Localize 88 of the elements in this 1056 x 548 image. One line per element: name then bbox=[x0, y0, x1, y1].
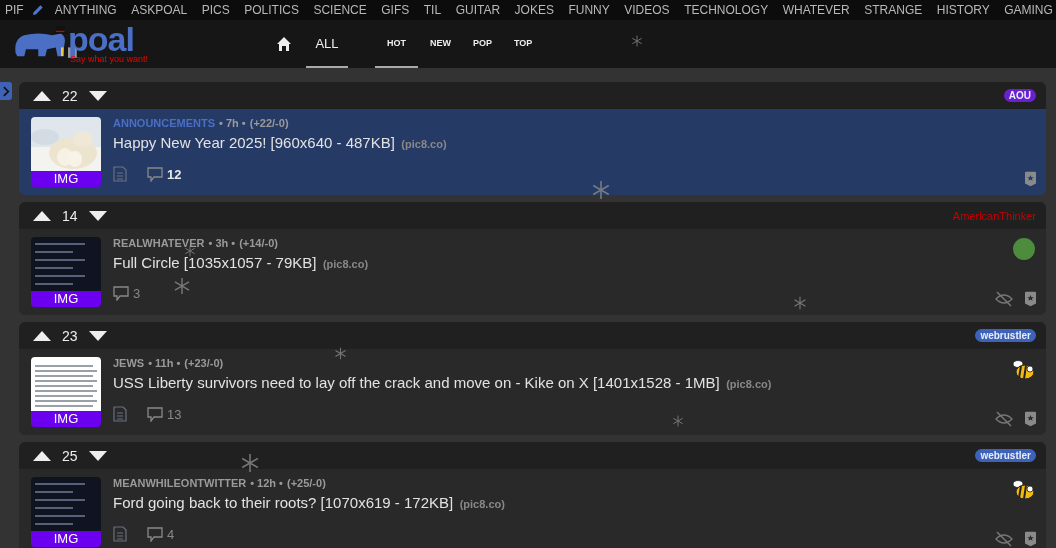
category-link[interactable]: ANYTHING bbox=[54, 3, 117, 17]
downvote-button[interactable] bbox=[88, 450, 107, 461]
pencil-icon[interactable] bbox=[32, 4, 45, 16]
downvote-button[interactable] bbox=[88, 210, 107, 221]
bee-icon[interactable] bbox=[1012, 477, 1036, 501]
snowflake-icon bbox=[631, 35, 643, 47]
upvote-button[interactable] bbox=[33, 90, 51, 101]
category-link[interactable]: VIDEOS bbox=[624, 3, 670, 17]
media-type-label: IMG bbox=[31, 531, 101, 547]
category-link[interactable]: STRANGE bbox=[864, 3, 923, 17]
scope-tab[interactable]: ALL bbox=[306, 20, 348, 68]
thumbnail[interactable]: IMG bbox=[31, 357, 101, 427]
category-link[interactable]: POLITICS bbox=[244, 3, 299, 17]
avatar-icon[interactable] bbox=[1012, 237, 1036, 261]
bookmark-icon[interactable] bbox=[1025, 171, 1036, 187]
media-type-label: IMG bbox=[31, 171, 101, 187]
downvote-button[interactable] bbox=[88, 330, 107, 341]
category-link[interactable]: TECHNOLOGY bbox=[684, 3, 769, 17]
username-badge[interactable]: webrustler bbox=[975, 329, 1036, 342]
upvote-button[interactable] bbox=[33, 330, 51, 341]
bookmark-icon[interactable] bbox=[1025, 411, 1036, 427]
vote-tally: (+25/-0) bbox=[287, 477, 326, 489]
community-link[interactable]: MEANWHILEONTWITTER bbox=[113, 477, 247, 489]
category-link[interactable]: PICS bbox=[201, 3, 230, 17]
document-icon[interactable] bbox=[113, 406, 127, 422]
bee-icon[interactable] bbox=[1012, 357, 1036, 381]
vote-tally: (+14/-0) bbox=[239, 237, 278, 249]
vote-tally: (+22/-0) bbox=[249, 117, 289, 129]
post-title[interactable]: Happy New Year 2025! [960x640 - 487KB] bbox=[113, 134, 395, 151]
username-badge[interactable]: webrustler bbox=[975, 449, 1036, 462]
downvote-button[interactable] bbox=[88, 90, 107, 101]
domain-link[interactable]: (pic8.co) bbox=[322, 258, 369, 270]
sort-tab[interactable]: HOT bbox=[375, 20, 418, 68]
sidebar-toggle-button[interactable] bbox=[0, 82, 12, 100]
document-icon[interactable] bbox=[113, 526, 127, 542]
category-link[interactable]: GIFS bbox=[381, 3, 410, 17]
thumbnail[interactable]: IMG bbox=[31, 117, 101, 187]
post-title[interactable]: USS Liberty survivors need to lay off the crack and move on - Kike on X [1401x1528 - 1MB] bbox=[113, 374, 720, 391]
score: 23 bbox=[62, 327, 78, 344]
thumbnail[interactable]: IMG bbox=[31, 477, 101, 547]
category-link[interactable]: GUITAR bbox=[455, 3, 501, 17]
bookmark-icon[interactable] bbox=[1025, 531, 1036, 547]
snowflake-icon bbox=[591, 180, 611, 200]
media-type-label: IMG bbox=[31, 291, 101, 307]
sort-tab[interactable]: NEW bbox=[420, 20, 461, 68]
username-badge[interactable]: AOU bbox=[1003, 89, 1036, 102]
community-link[interactable]: JEWS bbox=[113, 357, 145, 369]
domain-link[interactable]: (pic8.co) bbox=[459, 498, 505, 510]
sort-tab[interactable]: TOP bbox=[504, 20, 543, 68]
score: 22 bbox=[62, 87, 78, 104]
sort-tab[interactable]: POP bbox=[463, 20, 502, 68]
hide-icon[interactable] bbox=[995, 411, 1013, 427]
hide-icon[interactable] bbox=[995, 531, 1013, 547]
category-link[interactable]: PIF bbox=[5, 3, 24, 17]
category-link[interactable]: FUNNY bbox=[568, 3, 610, 17]
upvote-button[interactable] bbox=[33, 210, 51, 221]
post-title[interactable]: Full Circle [1035x1057 - 79KB] bbox=[113, 254, 317, 271]
post-time: • 3h • bbox=[208, 237, 236, 249]
snowflake-icon bbox=[240, 453, 260, 473]
snowflake-icon bbox=[793, 296, 807, 310]
category-link[interactable]: TIL bbox=[423, 3, 442, 17]
post-title[interactable]: Ford going back to their roots? [1070x619 - 172KB] bbox=[113, 494, 454, 511]
post-time: • 12h • bbox=[250, 477, 283, 489]
hide-icon[interactable] bbox=[995, 291, 1013, 307]
category-link[interactable]: ASKPOAL bbox=[131, 3, 188, 17]
category-link[interactable]: SCIENCE bbox=[313, 3, 367, 17]
category-link[interactable]: HISTORY bbox=[936, 3, 990, 17]
post-time: • 7h • bbox=[219, 117, 246, 129]
home-icon[interactable] bbox=[276, 36, 292, 52]
snowflake-icon bbox=[672, 415, 684, 427]
thumbnail[interactable]: IMG bbox=[31, 237, 101, 307]
snowflake-icon bbox=[184, 245, 196, 257]
community-link[interactable]: REALWHATEVER bbox=[113, 237, 205, 249]
category-link[interactable]: GAMING bbox=[1004, 3, 1053, 17]
snowflake-icon bbox=[333, 346, 347, 360]
category-link[interactable]: WHATEVER bbox=[782, 3, 850, 17]
domain-link[interactable]: (pic8.co) bbox=[726, 378, 772, 390]
score: 25 bbox=[62, 447, 78, 464]
comments-link[interactable]: 13 bbox=[147, 406, 182, 422]
vote-tally: (+23/-0) bbox=[184, 357, 224, 369]
snowflake-icon bbox=[173, 277, 191, 295]
comments-link[interactable]: 12 bbox=[147, 166, 182, 182]
media-type-label: IMG bbox=[31, 411, 101, 427]
category-link[interactable]: JOKES bbox=[514, 3, 554, 17]
score: 14 bbox=[62, 207, 78, 224]
bookmark-icon[interactable] bbox=[1025, 291, 1036, 307]
post-time: • 11h • bbox=[148, 357, 181, 369]
upvote-button[interactable] bbox=[33, 450, 51, 461]
